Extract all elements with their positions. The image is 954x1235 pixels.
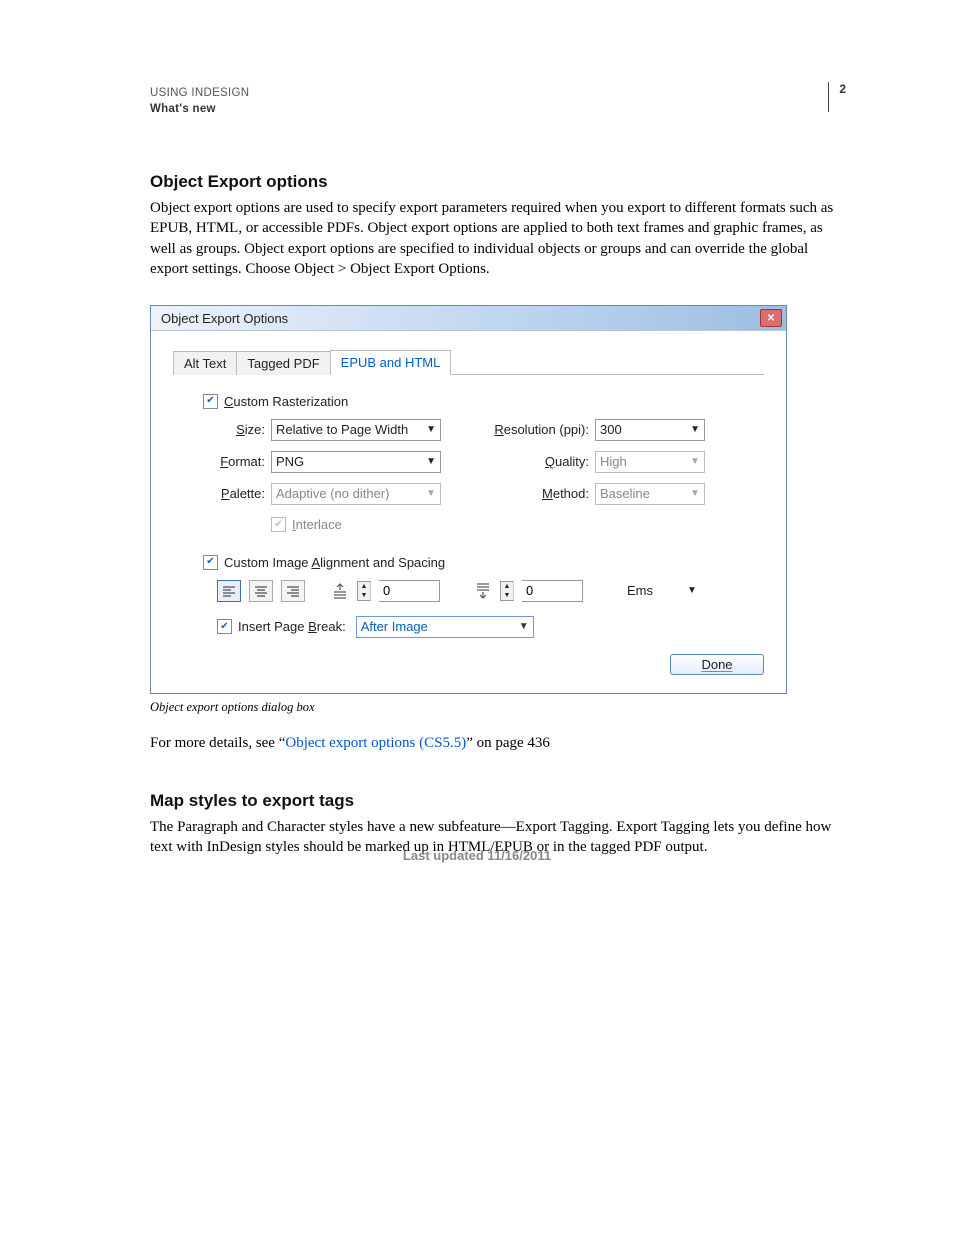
tab-epub-and-html[interactable]: EPUB and HTML bbox=[330, 350, 452, 375]
alignment-row: ▲▼ ▲▼ Ems ▼ bbox=[217, 580, 764, 602]
dropdown-method[interactable]: Baseline▼ bbox=[595, 483, 705, 505]
figure-caption: Object export options dialog box bbox=[150, 700, 844, 715]
dialog-titlebar: Object Export Options ✕ bbox=[151, 306, 786, 331]
dialog-object-export-options: Object Export Options ✕ Alt Text Tagged … bbox=[150, 305, 787, 694]
space-before-input[interactable] bbox=[379, 582, 439, 600]
tab-alt-text[interactable]: Alt Text bbox=[173, 351, 237, 375]
close-icon[interactable]: ✕ bbox=[760, 309, 782, 327]
checkbox-interlace[interactable]: ✔ Interlace bbox=[271, 517, 342, 532]
dropdown-page-break[interactable]: After Image▼ bbox=[356, 616, 534, 638]
space-after-stepper[interactable]: ▲▼ bbox=[500, 581, 514, 601]
page-number-value: 2 bbox=[839, 82, 846, 96]
doc-title: USING INDESIGN bbox=[150, 87, 249, 99]
footer-updated: Last updated 11/16/2011 bbox=[0, 848, 954, 863]
space-after-input[interactable] bbox=[522, 582, 582, 600]
label-size: Size: bbox=[203, 422, 265, 437]
dialog-body: Alt Text Tagged PDF EPUB and HTML ✔ Cust… bbox=[151, 331, 786, 693]
align-center-icon[interactable] bbox=[249, 580, 273, 602]
dialog-tabs: Alt Text Tagged PDF EPUB and HTML bbox=[173, 349, 764, 375]
dropdown-quality[interactable]: High▼ bbox=[595, 451, 705, 473]
checkbox-custom-image-alignment[interactable]: ✔ Custom Image Alignment and Spacing bbox=[203, 555, 445, 570]
heading-object-export-options: Object Export options bbox=[150, 172, 844, 192]
paragraph-xref: For more details, see “Object export opt… bbox=[150, 733, 844, 753]
checkbox-custom-rasterization[interactable]: ✔ Custom Rasterization bbox=[203, 394, 348, 409]
align-left-icon[interactable] bbox=[217, 580, 241, 602]
page: 2 USING INDESIGN What's new Object Expor… bbox=[0, 0, 954, 921]
label-palette: Palette: bbox=[203, 486, 265, 501]
label-resolution: Resolution (ppi): bbox=[471, 422, 589, 437]
dropdown-format[interactable]: PNG▼ bbox=[271, 451, 441, 473]
page-number: 2 bbox=[828, 82, 846, 112]
label-unit: Ems bbox=[627, 583, 653, 598]
label-format: Format: bbox=[203, 454, 265, 469]
dialog-title: Object Export Options bbox=[161, 311, 288, 326]
space-after-icon bbox=[474, 581, 492, 601]
dropdown-resolution[interactable]: 300▼ bbox=[595, 419, 705, 441]
label-quality: Quality: bbox=[471, 454, 589, 469]
dropdown-size[interactable]: Relative to Page Width▼ bbox=[271, 419, 441, 441]
space-before-stepper[interactable]: ▲▼ bbox=[357, 581, 371, 601]
tab-tagged-pdf[interactable]: Tagged PDF bbox=[236, 351, 330, 375]
running-header: USING INDESIGN What's new bbox=[150, 85, 844, 117]
doc-subtitle: What's new bbox=[150, 103, 216, 115]
label-method: Method: bbox=[471, 486, 589, 501]
dropdown-palette[interactable]: Adaptive (no dither)▼ bbox=[271, 483, 441, 505]
align-right-icon[interactable] bbox=[281, 580, 305, 602]
checkbox-insert-page-break[interactable]: ✔ Insert Page Break: bbox=[217, 619, 346, 634]
space-before-icon bbox=[331, 581, 349, 601]
dropdown-unit[interactable]: ▼ bbox=[687, 585, 697, 596]
done-button[interactable]: Done bbox=[670, 654, 764, 675]
paragraph-object-export-options: Object export options are used to specif… bbox=[150, 198, 844, 279]
heading-map-styles: Map styles to export tags bbox=[150, 791, 844, 811]
link-object-export-options[interactable]: Object export options (CS5.5) bbox=[285, 735, 466, 751]
